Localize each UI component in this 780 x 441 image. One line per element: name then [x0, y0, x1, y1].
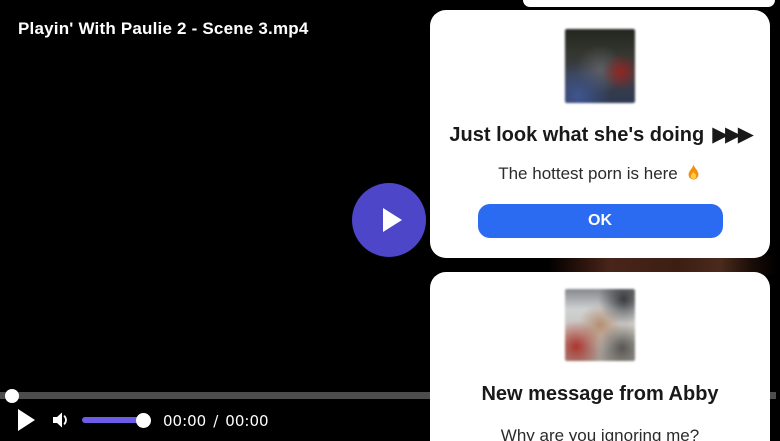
popup-message: The hottest porn is here	[430, 164, 770, 184]
popup-heading: New message from Abby	[481, 383, 719, 405]
popup-card-peek[interactable]	[523, 0, 775, 7]
current-time: 00:00	[163, 412, 207, 430]
speaker-icon	[53, 412, 67, 428]
volume-thumb[interactable]	[136, 413, 151, 428]
triple-arrow-icon: ▶▶▶	[712, 122, 754, 146]
ok-button[interactable]: OK	[477, 204, 723, 239]
time-separator: /	[213, 412, 219, 430]
popup-thumbnail[interactable]	[565, 29, 635, 103]
duration: 00:00	[225, 412, 269, 430]
big-play-button[interactable]	[352, 183, 426, 257]
video-player-page: Playin' With Paulie 2 - Scene 3.mp4 00:0…	[0, 0, 780, 441]
play-icon	[383, 208, 402, 232]
popup-thumbnail[interactable]	[565, 289, 635, 361]
popup-ad-2[interactable]: New message from Abby Why are you ignori…	[430, 272, 770, 441]
progress-thumb[interactable]	[5, 389, 19, 403]
time-display: 00:00 / 00:00	[163, 412, 269, 430]
fire-icon	[688, 164, 699, 180]
popup-ad-1[interactable]: Just look what she's doing ▶▶▶ The hottes…	[430, 10, 770, 258]
mute-button[interactable]	[51, 410, 71, 430]
popup-message: Why are you ignoring me?	[500, 426, 700, 441]
video-title: Playin' With Paulie 2 - Scene 3.mp4	[18, 19, 309, 38]
popup-heading: Just look what she's doing ▶▶▶	[449, 122, 754, 146]
play-button[interactable]	[18, 409, 35, 431]
